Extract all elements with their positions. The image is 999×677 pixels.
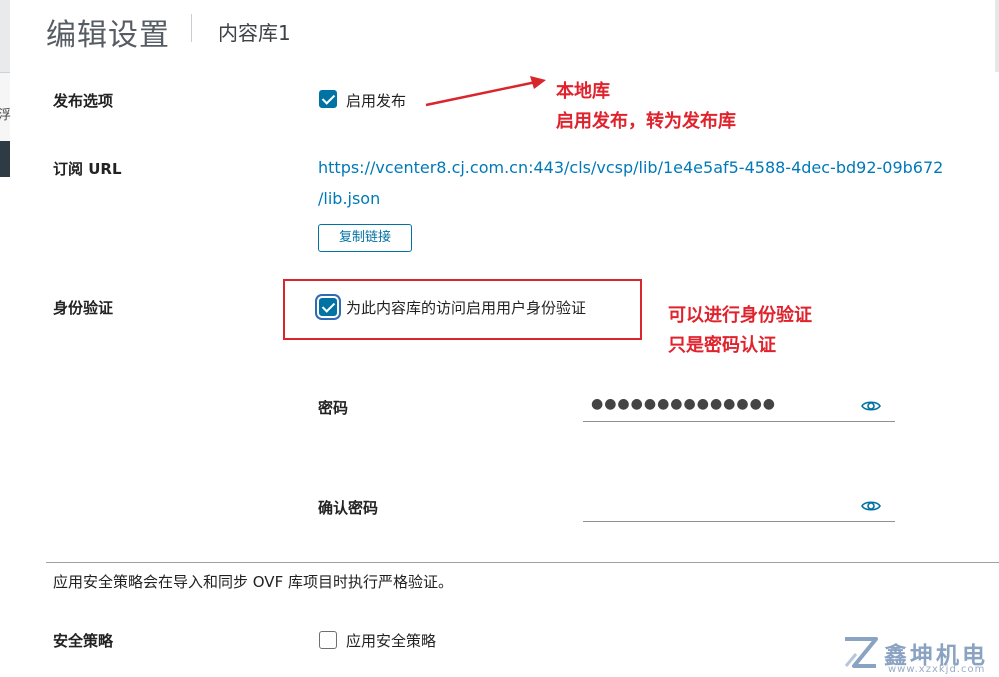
enable-auth-label[interactable]: 为此内容库的访问启用用户身份验证 [346, 297, 586, 318]
publish-annotation-line2: 启用发布，转为发布库 [556, 111, 736, 132]
auth-annotation-line1: 可以进行身份验证 [668, 305, 812, 326]
publish-annotation-line1: 本地库 [556, 81, 610, 102]
confirm-password-label: 确认密码 [318, 499, 379, 517]
apply-security-policy-checkbox[interactable] [319, 631, 337, 649]
security-policy-label: 安全策略 [53, 632, 114, 650]
subscription-url-link[interactable]: https://vcenter8.cj.com.cn:443/cls/vcsp/… [318, 158, 943, 177]
show-confirm-password-eye-icon[interactable] [861, 498, 881, 514]
header-edge [995, 0, 999, 72]
publish-option-label: 发布选项 [53, 92, 114, 110]
background-window-glyph: 浮 [0, 108, 12, 123]
edit-settings-dialog: 浮 编辑设置 内容库1 发布选项 启用发布 本地库 启用发布，转为发布库 订阅 … [0, 0, 999, 677]
title-divider [191, 14, 192, 42]
security-policy-description: 应用安全策略会在导入和同步 OVF 库项目时执行严格验证。 [53, 573, 453, 591]
authentication-label: 身份验证 [53, 299, 114, 317]
dialog-title: 编辑设置 [46, 18, 170, 53]
section-divider [46, 562, 999, 563]
apply-security-policy-label[interactable]: 应用安全策略 [346, 630, 436, 651]
enable-auth-checkbox[interactable] [319, 298, 337, 316]
confirm-password-field[interactable] [583, 494, 895, 522]
enable-publish-label[interactable]: 启用发布 [346, 90, 406, 111]
copy-link-button[interactable]: 复制链接 [318, 224, 412, 252]
password-value: ●●●●●●●●●●●●●● [591, 396, 777, 412]
watermark: 鑫坤机电 www.xzxkjd.com [842, 634, 999, 677]
watermark-url: www.xzxkjd.com [888, 664, 986, 675]
auth-annotation-line2: 只是密码认证 [668, 335, 776, 356]
background-window-strip: 浮 [0, 0, 12, 677]
subscription-url-label: 订阅 URL [53, 160, 122, 178]
show-password-eye-icon[interactable] [861, 398, 881, 414]
enable-publish-checkbox[interactable] [319, 90, 337, 108]
annotation-arrow [425, 76, 546, 107]
password-label: 密码 [318, 399, 349, 417]
library-name: 内容库1 [218, 21, 291, 45]
watermark-logo-icon [844, 637, 878, 668]
password-field[interactable]: ●●●●●●●●●●●●●● [583, 394, 895, 422]
subscription-url-link-cont[interactable]: /lib.json [318, 189, 380, 208]
